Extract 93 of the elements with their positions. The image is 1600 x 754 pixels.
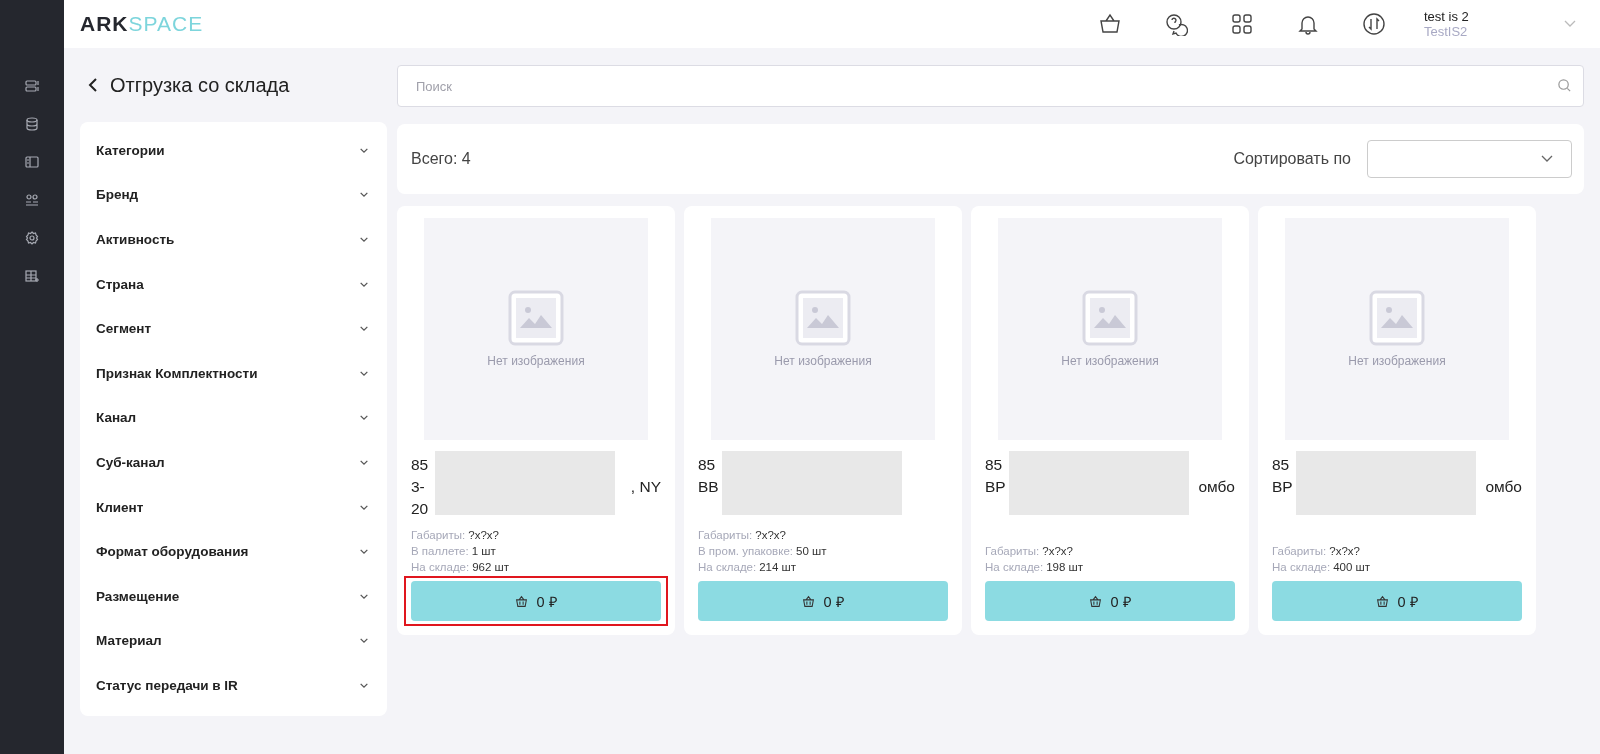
filter-item[interactable]: Бренд [80, 172, 387, 218]
users-icon[interactable] [24, 192, 40, 208]
chevron-icon [359, 325, 369, 333]
user-login: TestIS2 [1424, 24, 1469, 39]
back-icon[interactable] [88, 77, 98, 93]
spec-value: 214 шт [759, 561, 797, 573]
product-title: 20 [411, 499, 429, 519]
filter-item[interactable]: Активность [80, 217, 387, 262]
settings-icon[interactable] [24, 230, 40, 246]
filter-item[interactable]: Страна [80, 261, 387, 307]
filter-item[interactable]: Признак Комплектности [80, 350, 387, 396]
chevron-icon [359, 637, 369, 645]
filter-item[interactable]: Материал [80, 618, 387, 664]
chevron-icon [359, 191, 369, 199]
spec-value: 962 шт [472, 561, 510, 573]
total-count: Всего: 4 [411, 150, 471, 168]
user-name: test is 2 [1424, 9, 1470, 24]
spec-value: 1 шт [471, 545, 496, 557]
help-chat-icon[interactable] [1164, 12, 1188, 36]
no-image-text: Нет изображения [1348, 354, 1446, 368]
table-add-icon[interactable] [24, 268, 40, 284]
filter-item[interactable]: Категории [80, 128, 387, 173]
product-title: 3- [411, 477, 425, 497]
basket-icon[interactable] [1098, 12, 1122, 36]
cart-price-button[interactable]: 0 ₽ [985, 581, 1235, 621]
spec-value: 50 шт [796, 545, 827, 557]
chevron-icon [359, 548, 369, 556]
spec-value: ?x?x? [755, 529, 786, 541]
product-title: 85 [411, 455, 429, 475]
filter-item[interactable]: Клиент [80, 484, 387, 530]
no-image-text: Нет изображения [774, 354, 872, 368]
chevron-icon [359, 414, 369, 422]
filter-item[interactable]: Канал [80, 395, 387, 441]
logo[interactable]: ARKSPACE [80, 12, 204, 36]
filter-item[interactable]: Сегмент [80, 306, 387, 351]
page-title: Отгрузка со склада [110, 73, 290, 97]
spec-value: ?x?x? [468, 529, 499, 541]
chevron-icon [359, 503, 369, 511]
image-icon [1369, 290, 1425, 346]
spec-label: Габариты: [411, 529, 466, 541]
spec-label: Габариты: [985, 545, 1040, 557]
basket-icon [515, 594, 529, 608]
spec-label: На складе: [985, 561, 1044, 573]
product-title: омбо [1485, 477, 1522, 497]
search-field[interactable]: Поиск [397, 65, 1584, 107]
spec-label: Габариты: [698, 529, 753, 541]
spec-label: В паллете: [411, 545, 469, 557]
filter-item[interactable]: Суб-канал [80, 440, 387, 485]
chevron-icon [359, 280, 369, 288]
sort-label: Сортировать по [1233, 150, 1351, 168]
chevron-icon [359, 369, 369, 377]
transfer-icon[interactable] [1362, 12, 1386, 36]
image-icon [508, 290, 564, 346]
product-title: , NY [630, 477, 661, 497]
filter-item[interactable]: Размещение [80, 573, 387, 619]
spec-label: В пром. упаковке: [698, 545, 793, 557]
cart-price-button[interactable]: 0 ₽ [411, 581, 661, 621]
chevron-down-icon [1541, 155, 1553, 163]
cart-price-button[interactable]: 0 ₽ [698, 581, 948, 621]
spec-value: 400 шт [1333, 561, 1371, 573]
image-icon [795, 290, 851, 346]
filter-item[interactable]: Формат оборудования [80, 529, 387, 574]
product-title: 85 [1272, 455, 1290, 475]
spec-value: 198 шт [1046, 561, 1084, 573]
spec-label: На складе: [698, 561, 757, 573]
chevron-icon [359, 592, 369, 600]
product-title: омбо [1198, 477, 1235, 497]
spec-label: Габариты: [1272, 545, 1327, 557]
product-title: BP [985, 477, 1006, 497]
database-icon[interactable] [24, 116, 40, 132]
filter-item[interactable]: Статус передачи в IR [80, 663, 387, 708]
product-title: 85 [985, 455, 1003, 475]
basket-icon [802, 594, 816, 608]
panel-icon[interactable] [24, 154, 40, 170]
product-title: BP [1272, 477, 1293, 497]
spec-value: ?x?x? [1329, 545, 1360, 557]
spec-value: ?x?x? [1042, 545, 1073, 557]
chevron-icon [359, 236, 369, 243]
spec-label: На складе: [1272, 561, 1331, 573]
image-icon [1082, 290, 1138, 346]
chevron-icon [359, 681, 369, 689]
basket-icon [1089, 594, 1103, 608]
no-image-text: Нет изображения [487, 354, 585, 368]
basket-icon [1376, 594, 1390, 608]
chevron-icon [359, 458, 369, 466]
no-image-text: Нет изображения [1061, 354, 1159, 368]
product-title: BB [698, 477, 719, 497]
cart-price-button[interactable]: 0 ₽ [1272, 581, 1522, 621]
apps-icon[interactable] [1230, 12, 1254, 36]
spec-label: На складе: [411, 561, 470, 573]
product-title: 85 [698, 455, 716, 475]
list-icon[interactable] [24, 78, 40, 94]
chevron-icon [359, 146, 369, 154]
